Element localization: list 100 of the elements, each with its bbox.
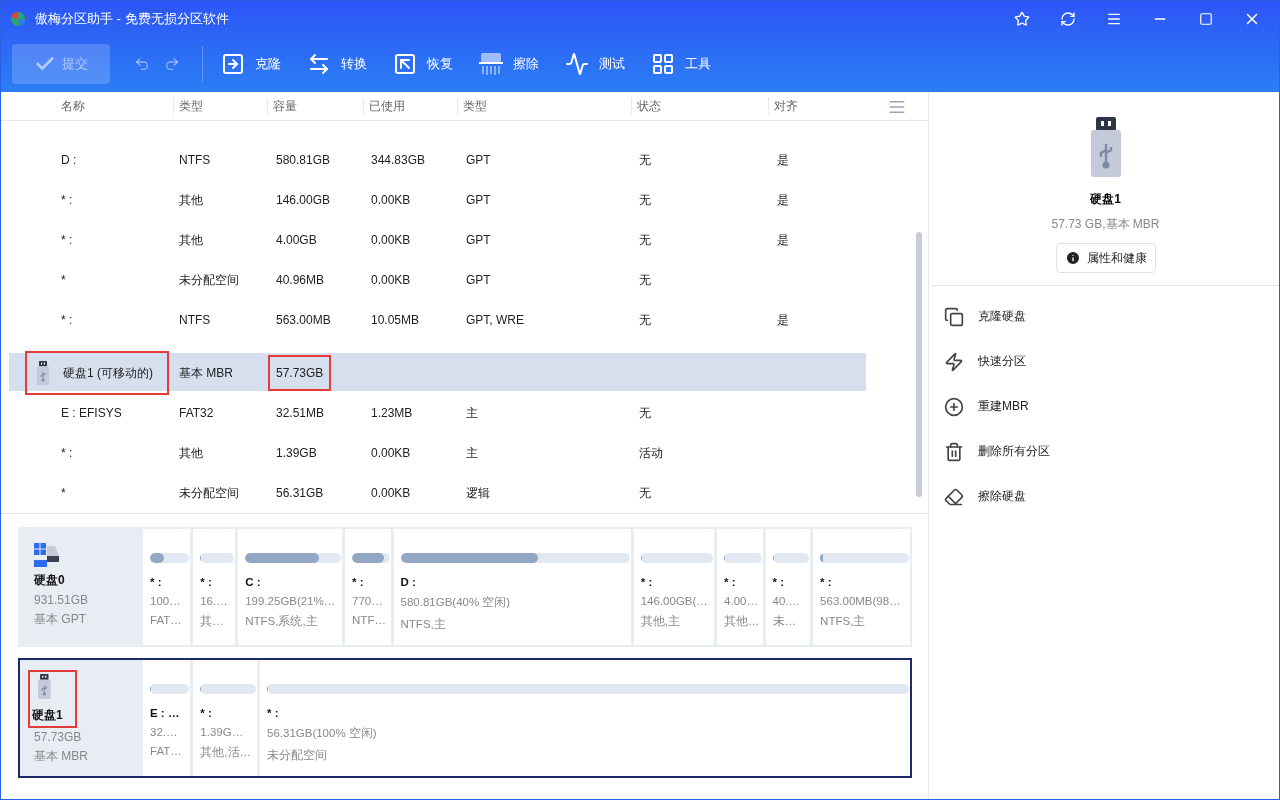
partition-size: 4.00…: [724, 595, 759, 607]
partition-label: D :: [400, 576, 417, 588]
usb-drive-icon: [38, 674, 51, 700]
toolbar-button[interactable]: 测试: [565, 52, 625, 76]
toolbar-button[interactable]: 擦除: [479, 52, 539, 76]
pulse-icon: [565, 52, 589, 76]
column-header[interactable]: 名称: [1, 97, 173, 115]
toolbar-button[interactable]: 恢复: [393, 52, 453, 76]
grid-icon: [651, 52, 675, 76]
partition-type: 未…: [772, 614, 797, 629]
partition-block[interactable]: D : 580.81GB(40% 空闲) NTFS,主: [393, 529, 631, 645]
column-header[interactable]: 对齐: [768, 97, 888, 115]
disk-info: 57.73 GB,基本 MBR: [1051, 216, 1160, 233]
table-row[interactable]: * : 其他 146.00GB 0.00KB GPT 无 是: [9, 180, 866, 220]
refresh-icon[interactable]: [1060, 10, 1076, 27]
table-cell-text: 主: [466, 444, 479, 462]
table-cell-text: GPT, WRE: [466, 313, 525, 327]
table-cell-text: 0.00KB: [371, 273, 412, 287]
table-cell-text: GPT: [466, 193, 492, 207]
partition-block[interactable]: * : 1.39G… 其他,活…: [193, 660, 257, 776]
disk-type: 基本 GPT: [34, 611, 87, 628]
table-cell-text: 0.00KB: [371, 233, 412, 247]
partition-type: 其…: [200, 614, 225, 629]
table-cell-text: GPT: [466, 153, 492, 167]
column-header[interactable]: 类型: [173, 97, 267, 115]
table-cell-text: 基本 MBR: [179, 364, 234, 382]
table-cell-text: 56.31GB: [276, 486, 325, 500]
table-cell-text: NTFS: [179, 153, 212, 167]
partition-size: 199.25GB(21%…: [245, 595, 337, 607]
usage-bar: [150, 553, 190, 563]
disk-type: 基本 MBR: [34, 748, 89, 766]
usage-bar: [724, 553, 762, 563]
disk-name: 硬盘0: [34, 572, 65, 589]
scrollbar[interactable]: [916, 232, 922, 497]
table-cell-text: 无: [639, 404, 652, 422]
table-cell: 57.73GB: [270, 357, 330, 389]
partition-type: NTFS,主: [820, 614, 867, 629]
table-row[interactable]: D : NTFS 580.81GB 344.83GB GPT 无 是: [9, 140, 866, 180]
disk-name-cell: 硬盘1 (可移动的): [27, 353, 167, 393]
toolbar-button[interactable]: 工具: [651, 52, 711, 76]
action-item[interactable]: 克隆硬盘: [944, 294, 1026, 339]
swap-arrows-icon: [307, 52, 331, 76]
action-item[interactable]: 快速分区: [944, 339, 1026, 384]
partition-block[interactable]: * : 770… NTF…: [345, 529, 391, 645]
partition-size: 580.81GB(40% 空闲): [400, 595, 512, 610]
copy-icon: [944, 306, 964, 327]
table-cell-text: 40.96MB: [276, 273, 326, 287]
partition-block[interactable]: * : 56.31GB(100% 空闲) 未分配空间: [260, 660, 910, 776]
table-cell-text: 0.00KB: [371, 486, 412, 500]
disk-card[interactable]: 硬盘1 57.73GB 基本 MBR E : … 32.… FAT… * : 1.39G… 其他,活… * : 56.31GB(100% 空闲) 未分配空间: [18, 658, 912, 778]
partition-label: * :: [200, 707, 213, 719]
action-item[interactable]: 擦除硬盘: [944, 474, 1026, 519]
table-row[interactable]: E : EFISYS FAT32 32.51MB 1.23MB 主 无: [9, 393, 866, 433]
properties-button[interactable]: 属性和健康: [1055, 243, 1156, 273]
partition-block[interactable]: * : 563.00MB(98… NTFS,主: [813, 529, 910, 645]
disk-card[interactable]: 硬盘0 931.51GB 基本 GPT * : 100… FAT… * : 16.… 其… C : 199.25GB(21%… NTFS,系统,主 * : 770… NTF… D : 580.81GB(40% 空闲) NTFS,主 * : 146.00GB(… 其他,主 * : 4.00… 其他… * : 40.… 未… * : 563.00MB(98… NTFS,主: [18, 527, 912, 647]
lightning-icon: [944, 351, 964, 372]
table-cell: *: [61, 273, 66, 287]
action-item[interactable]: 重建MBR: [944, 384, 1029, 429]
partition-size: 56.31GB(100% 空闲): [267, 726, 378, 741]
table-cell-text: 其他: [179, 444, 204, 462]
table-cell: * :: [61, 193, 73, 207]
partition-block[interactable]: C : 199.25GB(21%… NTFS,系统,主: [238, 529, 343, 645]
table-cell-text: 活动: [639, 444, 664, 462]
usage-bar: [352, 553, 390, 563]
column-header[interactable]: 类型: [457, 97, 631, 115]
table-cell-text: 逻辑: [466, 484, 491, 502]
partition-type: 其他,主: [640, 614, 681, 629]
partition-type: NTF…: [352, 614, 387, 626]
partition-block[interactable]: * : 40.… 未…: [765, 529, 811, 645]
table-cell-text: 是: [777, 231, 790, 249]
partition-block[interactable]: * : 146.00GB(… 其他,主: [633, 529, 715, 645]
table-cell-text: 10.05MB: [371, 313, 421, 327]
partition-label: E : …: [150, 707, 181, 719]
action-item[interactable]: 删除所有分区: [944, 429, 1050, 474]
table-row[interactable]: * : 其他 1.39GB 0.00KB 主 活动: [9, 433, 866, 473]
table-row[interactable]: * 未分配空间 40.96MB 0.00KB GPT 无: [9, 260, 866, 300]
trash-icon: [944, 441, 964, 462]
column-header[interactable]: 状态: [631, 97, 768, 115]
maximize-icon[interactable]: [1199, 11, 1213, 26]
table-row[interactable]: * : NTFS 563.00MB 10.05MB GPT, WRE 无 是: [9, 300, 866, 340]
partition-block[interactable]: E : … 32.… FAT…: [143, 660, 191, 776]
table-cell-text: 主: [466, 404, 479, 422]
table-cell-text: 32.51MB: [276, 406, 326, 420]
partition-label: * :: [267, 707, 280, 719]
partition-block[interactable]: * : 4.00… 其他…: [717, 529, 763, 645]
table-cell-text: 1.23MB: [371, 406, 414, 420]
column-header[interactable]: 已使用: [363, 97, 457, 115]
table-row[interactable]: * 未分配空间 56.31GB 0.00KB 逻辑 无: [9, 473, 866, 513]
partition-block[interactable]: * : 16.… 其…: [193, 529, 236, 645]
column-menu-icon[interactable]: [888, 98, 906, 116]
table-row[interactable]: * : 其他 4.00GB 0.00KB GPT 无 是: [9, 220, 866, 260]
star-icon[interactable]: [1014, 10, 1030, 27]
toolbar-button[interactable]: 克隆: [221, 52, 281, 76]
partition-block[interactable]: * : 100… FAT…: [143, 529, 191, 645]
partition-size: 146.00GB(…: [640, 595, 709, 607]
partition-label: * :: [200, 576, 213, 588]
table-cell-text: 563.00MB: [276, 313, 332, 327]
column-header[interactable]: 容量: [267, 97, 363, 115]
toolbar-button[interactable]: 转换: [307, 52, 367, 76]
